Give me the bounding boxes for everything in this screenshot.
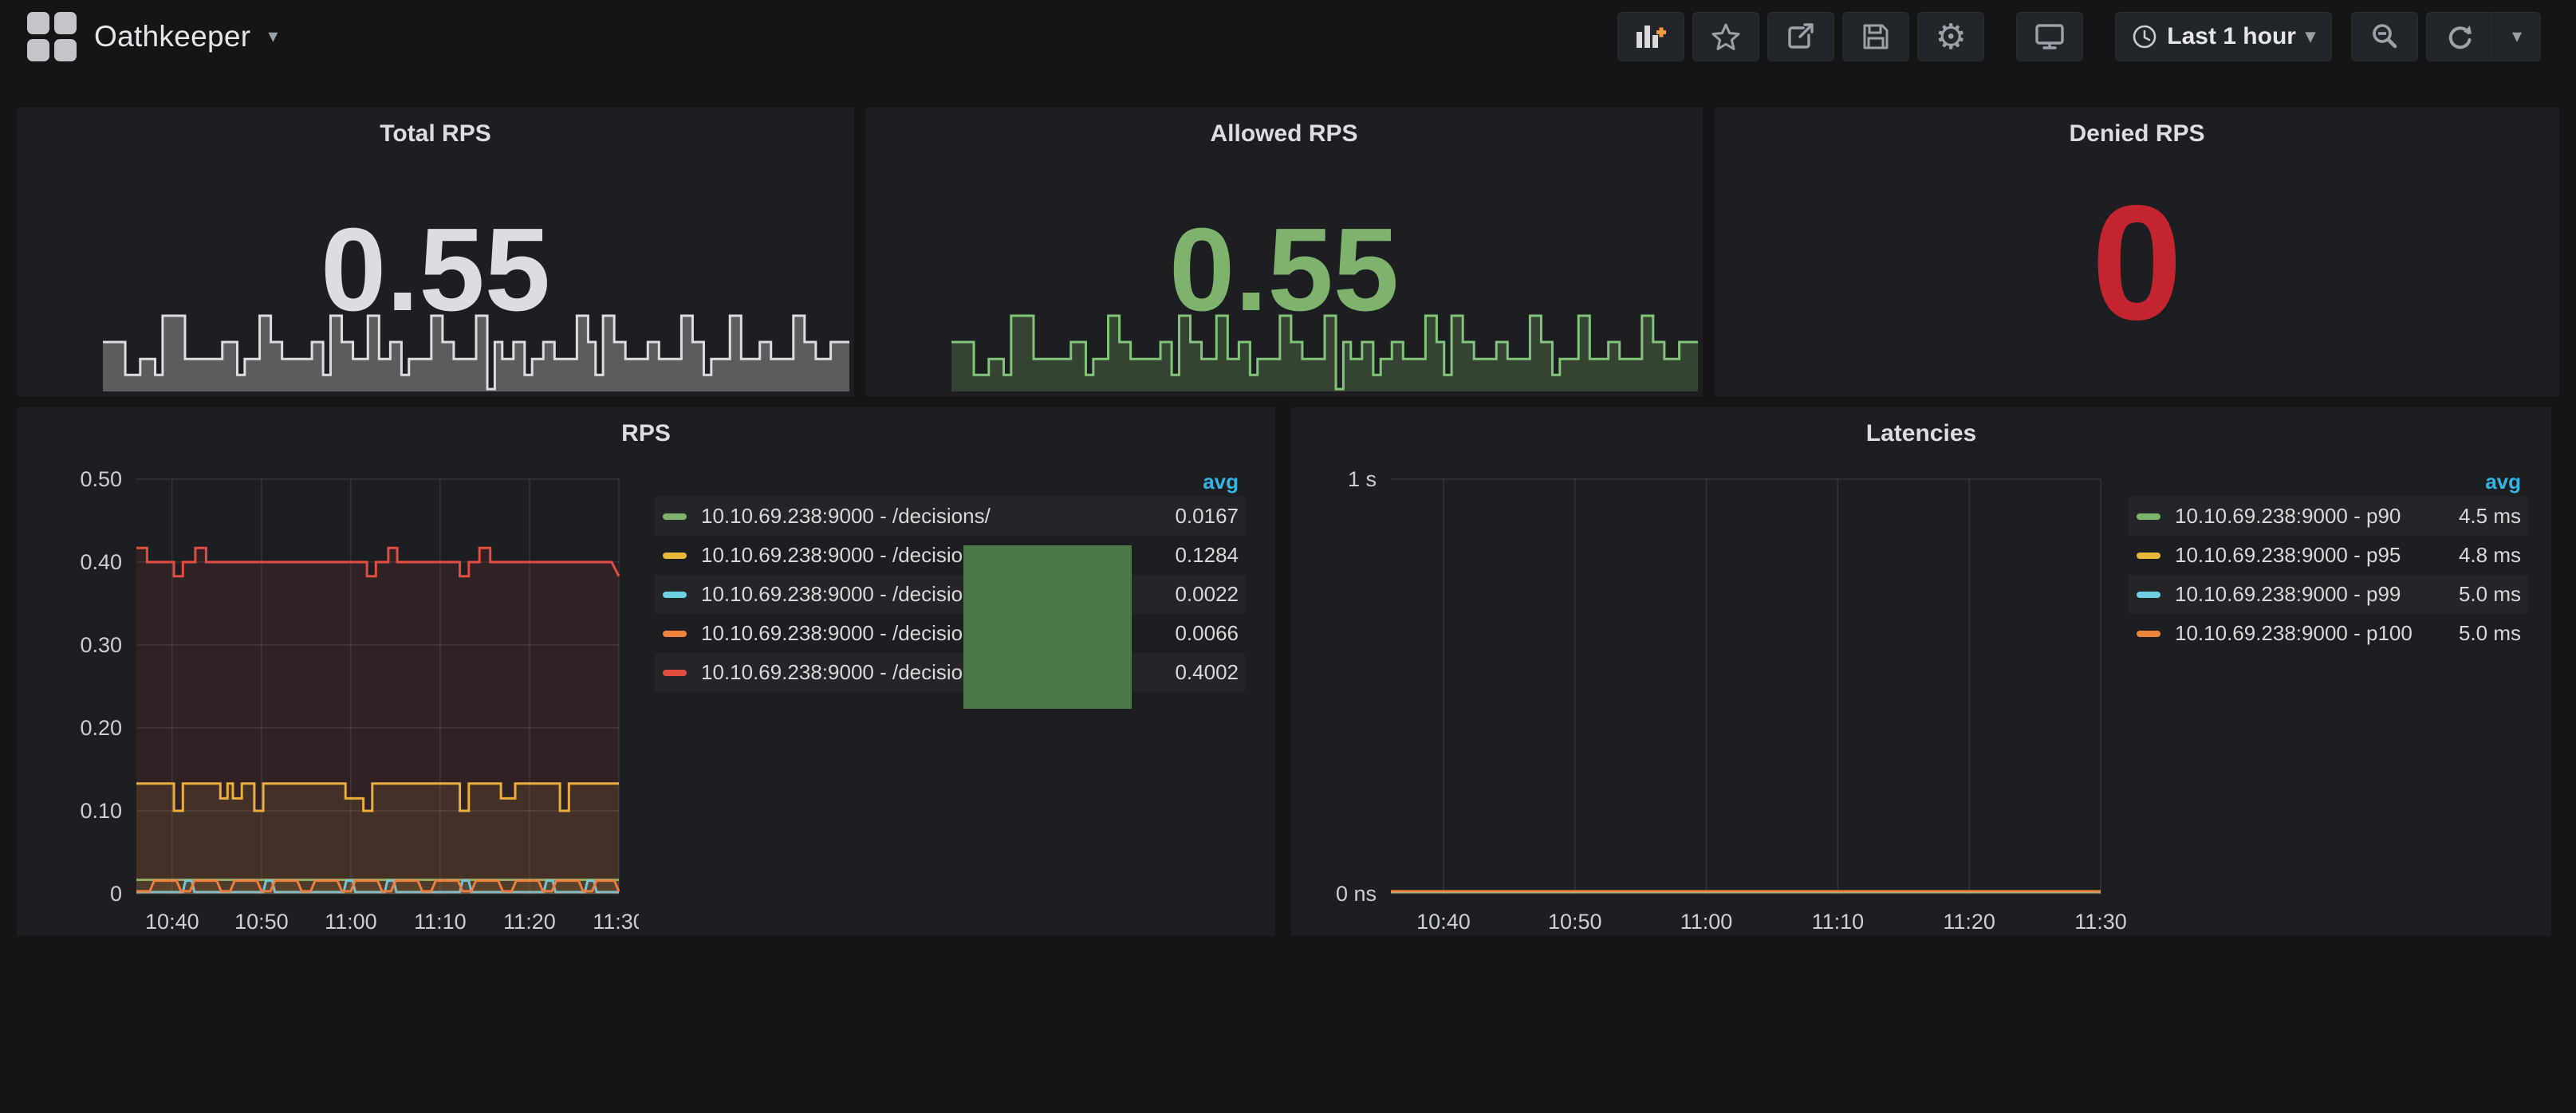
legend-series-name: 10.10.69.238:9000 - p100 (2175, 621, 2425, 646)
y-axis-tick-label: 0.20 (80, 716, 122, 740)
y-axis-tick-label: 0.10 (80, 799, 122, 823)
x-axis-tick-label: 10:50 (234, 910, 289, 934)
legend-series-avg: 0.4002 (1135, 660, 1239, 685)
panel-total-rps: Total RPS 0.55 (17, 108, 854, 396)
legend-avg-header[interactable]: avg (655, 466, 1245, 497)
panel-title-latencies[interactable]: Latencies (1291, 420, 2551, 447)
legend-row[interactable]: 10.10.69.238:9000 - /decisions/0.1284 (655, 536, 1245, 575)
panel-allowed-rps: Allowed RPS 0.55 (865, 108, 1703, 396)
legend-series-swatch (2137, 553, 2160, 559)
zoom-out-icon (2369, 22, 2400, 52)
y-axis-tick-label: 1 s (1348, 470, 1377, 491)
refresh-icon (2444, 22, 2475, 51)
x-axis-tick-label: 11:20 (1943, 910, 1995, 934)
legend-series-swatch (2137, 631, 2160, 637)
panel-title-rps[interactable]: RPS (17, 420, 1275, 447)
navbar: Oathkeeper ▾ (0, 0, 2576, 73)
legend-series-name: 10.10.69.238:9000 - p99 (2175, 582, 2425, 607)
zoom-out-time-button[interactable] (2351, 12, 2418, 61)
sparkline-total-rps (103, 293, 849, 391)
dashboard-settings-button[interactable]: ⚙ (1917, 12, 1984, 61)
panel-latencies-graph: Latencies 0 ns 1 s 10:40 10:50 11:00 11:10 11:… (1291, 407, 2551, 936)
x-axis-tick-label: 11:00 (325, 910, 377, 934)
legend-series-swatch (2137, 592, 2160, 598)
latencies-legend: avg 10.10.69.238:9000 - p904.5 ms10.10.6… (2129, 466, 2527, 653)
sparkline-allowed-rps (951, 293, 1698, 391)
legend-series-name: 10.10.69.238:9000 - p90 (2175, 504, 2425, 529)
time-range-label: Last 1 hour (2167, 23, 2296, 50)
legend-row[interactable]: 10.10.69.238:9000 - /decisions/0.0167 (655, 497, 1245, 536)
legend-series-swatch (2137, 513, 2160, 520)
panel-title-allowed-rps[interactable]: Allowed RPS (865, 120, 1703, 147)
refresh-interval-dropdown[interactable]: ▾ (2493, 12, 2541, 61)
x-axis-tick-label: 11:30 (2074, 910, 2127, 934)
legend-series-name: 10.10.69.238:9000 - /decisions/ (701, 504, 1135, 529)
legend-series-name: 10.10.69.238:9000 - p95 (2175, 543, 2425, 568)
legend-series-swatch (663, 513, 687, 520)
legend-series-avg: 0.0066 (1135, 621, 1239, 646)
dashboard-grid: Total RPS 0.55 Allowed RPS 0.55 Denied R… (0, 73, 2576, 1113)
dashboard-title-caret-icon[interactable]: ▾ (268, 27, 278, 46)
gear-icon: ⚙ (1936, 17, 1967, 57)
legend-series-avg: 5.0 ms (2425, 582, 2521, 607)
refresh-button-group: ▾ (2426, 12, 2541, 61)
save-dashboard-button[interactable] (1842, 12, 1909, 61)
refresh-caret-icon: ▾ (2512, 27, 2522, 46)
y-axis-tick-label: 0 ns (1336, 882, 1377, 906)
legend-series-avg: 0.1284 (1135, 543, 1239, 568)
legend-avg-header[interactable]: avg (2129, 466, 2527, 497)
x-axis-tick-label: 11:10 (1812, 910, 1865, 934)
cycle-view-mode-button[interactable] (2016, 12, 2083, 61)
y-axis-tick-label: 0.50 (80, 470, 122, 491)
x-axis-tick-label: 11:00 (1680, 910, 1733, 934)
x-axis-tick-label: 11:10 (414, 910, 467, 934)
share-dashboard-button[interactable] (1767, 12, 1834, 61)
legend-row[interactable]: 10.10.69.238:9000 - p954.8 ms (2129, 536, 2527, 575)
rps-legend: avg 10.10.69.238:9000 - /decisions/0.016… (655, 466, 1245, 692)
panel-denied-rps: Denied RPS 0 (1715, 108, 2559, 396)
add-panel-button[interactable] (1617, 12, 1684, 61)
legend-row[interactable]: 10.10.69.238:9000 - /decisions/0.0022 (655, 575, 1245, 614)
y-axis-tick-label: 0 (110, 882, 122, 906)
legend-series-swatch (663, 631, 687, 637)
stat-value-denied-rps: 0 (1715, 181, 2559, 344)
legend-series-swatch (663, 592, 687, 598)
green-overlay-box (963, 545, 1132, 709)
legend-series-avg: 5.0 ms (2425, 621, 2521, 646)
x-axis-tick-label: 10:50 (1548, 910, 1602, 934)
legend-series-swatch (663, 553, 687, 559)
legend-row[interactable]: 10.10.69.238:9000 - /decisions/0.4002 (655, 653, 1245, 692)
save-icon (1861, 22, 1890, 51)
panel-title-denied-rps[interactable]: Denied RPS (1715, 120, 2559, 147)
legend-row[interactable]: 10.10.69.238:9000 - p1005.0 ms (2129, 614, 2527, 653)
star-icon (1711, 22, 1741, 51)
y-axis-tick-label: 0.30 (80, 633, 122, 657)
x-axis-tick-label: 10:40 (145, 910, 199, 934)
legend-series-avg: 0.0167 (1135, 504, 1239, 529)
time-range-picker[interactable]: Last 1 hour ▾ (2115, 12, 2332, 61)
x-axis-tick-label: 11:20 (503, 910, 556, 934)
add-panel-icon (1635, 22, 1667, 51)
y-axis-tick-label: 0.40 (80, 550, 122, 574)
x-axis-tick-label: 11:30 (593, 910, 639, 934)
time-range-caret-icon: ▾ (2306, 27, 2315, 46)
monitor-icon (2034, 22, 2066, 51)
legend-series-avg: 4.8 ms (2425, 543, 2521, 568)
panel-title-total-rps[interactable]: Total RPS (17, 120, 854, 147)
latencies-chart-plot[interactable]: 0 ns 1 s 10:40 10:50 11:00 11:10 11:20 11:30 (1299, 470, 2129, 936)
share-icon (1786, 22, 1816, 51)
legend-row[interactable]: 10.10.69.238:9000 - p904.5 ms (2129, 497, 2527, 536)
star-dashboard-button[interactable] (1692, 12, 1759, 61)
legend-series-avg: 4.5 ms (2425, 504, 2521, 529)
legend-row[interactable]: 10.10.69.238:9000 - p995.0 ms (2129, 575, 2527, 614)
rps-chart-plot[interactable]: 0 0.10 0.20 0.30 0.40 0.50 10:40 10:50 11:00 11:1… (25, 470, 639, 936)
dashboards-grid-icon[interactable] (27, 12, 77, 61)
legend-series-avg: 0.0022 (1135, 582, 1239, 607)
legend-row[interactable]: 10.10.69.238:9000 - /decisions/0.0066 (655, 614, 1245, 653)
refresh-button[interactable] (2426, 12, 2493, 61)
dashboard-title[interactable]: Oathkeeper (94, 20, 250, 53)
legend-series-swatch (663, 670, 687, 676)
x-axis-tick-label: 10:40 (1416, 910, 1471, 934)
clock-icon (2132, 24, 2157, 49)
